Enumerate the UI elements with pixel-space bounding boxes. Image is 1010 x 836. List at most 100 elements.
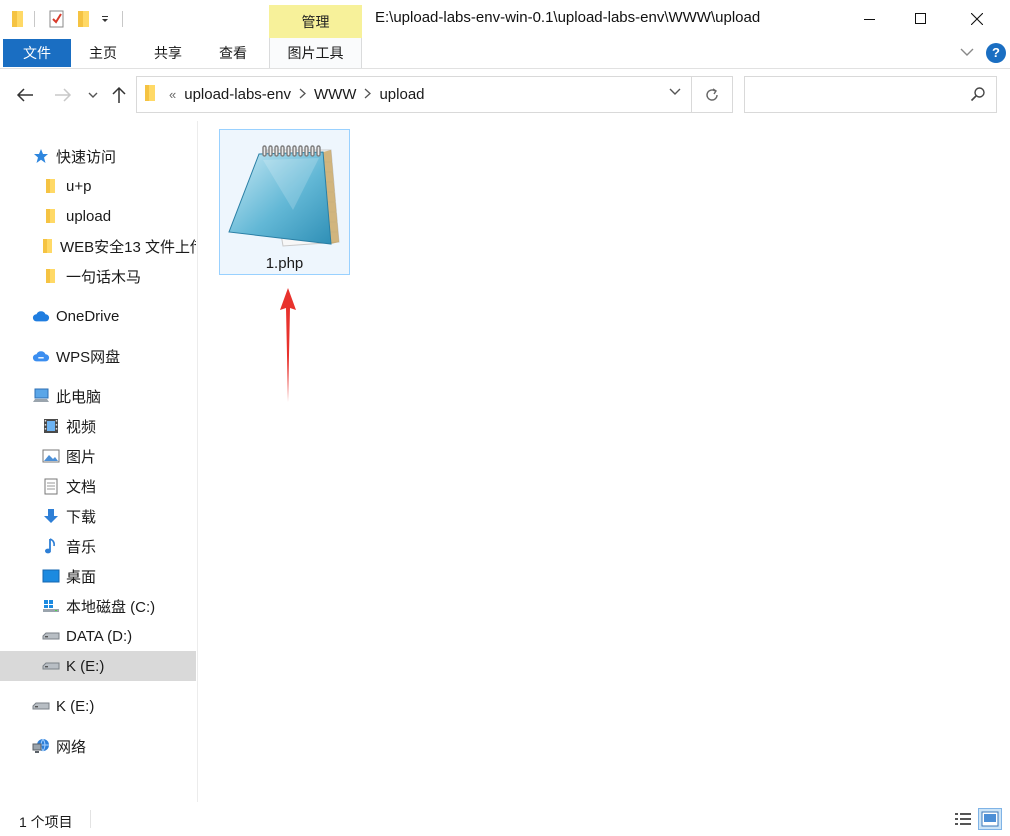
nav-folder-u-p[interactable]: u+p xyxy=(0,171,196,201)
new-folder-icon[interactable] xyxy=(76,8,92,30)
nav-onedrive-label: OneDrive xyxy=(56,307,120,325)
cloud-icon xyxy=(32,347,50,365)
nav-item-label: upload xyxy=(66,207,112,225)
nav-pictures[interactable]: 图片 xyxy=(0,441,196,471)
nav-item-label: u+p xyxy=(66,177,92,195)
search-icon[interactable] xyxy=(970,86,986,105)
chevron-right-icon[interactable] xyxy=(364,87,372,102)
nav-drive-d[interactable]: DATA (D:) xyxy=(0,621,196,651)
picture-icon xyxy=(42,447,60,465)
quick-access-divider xyxy=(122,11,123,27)
expand-ribbon-icon[interactable] xyxy=(960,46,974,60)
file-item-1-php[interactable]: 1.php xyxy=(219,129,350,275)
nav-item-label: 本地磁盘 (C:) xyxy=(66,598,156,616)
large-icons-view-icon[interactable] xyxy=(978,808,1002,830)
nav-usb-drive-e[interactable]: K (E:) xyxy=(0,691,196,721)
nav-folder-upload[interactable]: upload xyxy=(0,201,196,231)
document-icon xyxy=(42,477,60,495)
nav-item-label: 视频 xyxy=(66,418,97,436)
status-divider xyxy=(90,810,91,828)
manage-context-header: 管理 xyxy=(269,5,362,38)
hard-drive-icon xyxy=(42,627,60,645)
tab-view[interactable]: 查看 xyxy=(210,38,256,68)
chevron-right-icon[interactable] xyxy=(299,87,306,102)
item-count: 1 个项目 xyxy=(19,814,73,830)
folder-icon xyxy=(143,84,157,105)
nav-desktop[interactable]: 桌面 xyxy=(0,561,196,591)
address-bar[interactable]: « upload-labs-env WWW upload xyxy=(136,76,692,113)
refresh-icon[interactable] xyxy=(692,76,733,113)
status-bar: 1 个项目 xyxy=(0,802,1010,836)
back-arrow-icon[interactable] xyxy=(12,83,38,107)
folder-icon xyxy=(42,207,60,225)
nav-network[interactable]: 网络 xyxy=(0,731,196,761)
details-view-icon[interactable] xyxy=(951,808,975,830)
properties-icon[interactable] xyxy=(48,8,66,30)
breadcrumb-upload-labs-env[interactable]: upload-labs-env xyxy=(184,86,291,103)
nav-folder-webshell[interactable]: 一句话木马 xyxy=(0,261,196,291)
nav-wps-label: WPS网盘 xyxy=(56,348,121,366)
folder-icon[interactable] xyxy=(10,8,26,30)
video-film-icon xyxy=(42,417,60,435)
search-input[interactable] xyxy=(753,77,963,110)
hard-drive-icon xyxy=(42,657,60,675)
nav-folder-web-security[interactable]: WEB安全13 文件上传 xyxy=(0,231,196,261)
nav-item-label: K (E:) xyxy=(56,697,95,715)
tab-picture-tools[interactable]: 图片工具 xyxy=(269,38,362,68)
desktop-icon xyxy=(42,567,60,585)
file-list-area[interactable]: 1.php xyxy=(199,121,1010,802)
usb-drive-icon xyxy=(32,697,50,715)
file-name: 1.php xyxy=(265,255,304,272)
nav-item-label: K (E:) xyxy=(66,657,105,675)
download-arrow-icon xyxy=(42,507,60,525)
nav-videos[interactable]: 视频 xyxy=(0,411,196,441)
tab-share[interactable]: 共享 xyxy=(145,38,191,68)
title-bar: 管理 E:\upload-labs-env-win-0.1\upload-lab… xyxy=(0,0,1010,38)
tab-home[interactable]: 主页 xyxy=(80,38,126,68)
recent-locations-chevron-icon[interactable] xyxy=(84,83,102,107)
nav-item-label: 音乐 xyxy=(66,538,97,556)
nav-this-pc[interactable]: 此电脑 xyxy=(0,381,196,411)
up-arrow-icon[interactable] xyxy=(108,83,130,107)
customize-dropdown-icon[interactable] xyxy=(100,8,110,30)
nav-item-label: 文档 xyxy=(66,478,97,496)
breadcrumb-overflow[interactable]: « xyxy=(169,87,176,102)
network-icon xyxy=(32,737,50,755)
nav-item-label: 图片 xyxy=(66,448,97,466)
nav-item-label: WEB安全13 文件上传 xyxy=(60,238,196,256)
nav-item-label: 一句话木马 xyxy=(66,268,142,286)
nav-documents[interactable]: 文档 xyxy=(0,471,196,501)
folder-icon xyxy=(42,237,54,255)
minimize-button[interactable] xyxy=(845,0,895,38)
windows-drive-icon xyxy=(42,597,60,615)
nav-quick-access[interactable]: 快速访问 xyxy=(0,141,196,171)
chevron-down-icon[interactable] xyxy=(669,87,681,99)
nav-downloads[interactable]: 下载 xyxy=(0,501,196,531)
folder-icon xyxy=(42,177,60,195)
quick-access-divider xyxy=(34,11,35,27)
nav-item-label: 下载 xyxy=(66,508,97,526)
breadcrumb-www[interactable]: WWW xyxy=(314,86,356,103)
nav-music[interactable]: 音乐 xyxy=(0,531,196,561)
star-icon xyxy=(32,147,50,165)
window-title: E:\upload-labs-env-win-0.1\upload-labs-e… xyxy=(375,9,761,26)
nav-item-label: 桌面 xyxy=(66,568,97,586)
nav-drive-e[interactable]: K (E:) xyxy=(0,651,196,681)
nav-drive-c[interactable]: 本地磁盘 (C:) xyxy=(0,591,196,621)
close-button[interactable] xyxy=(952,0,1002,38)
nav-quick-access-label: 快速访问 xyxy=(56,148,117,166)
nav-wps-cloud[interactable]: WPS网盘 xyxy=(0,341,196,371)
nav-onedrive[interactable]: OneDrive xyxy=(0,301,196,331)
folder-icon xyxy=(42,267,60,285)
navigation-pane: 快速访问 u+p upload WEB安全13 文件上传 一句话木马 OneDr… xyxy=(0,121,198,802)
help-icon[interactable]: ? xyxy=(986,43,1006,63)
forward-arrow-icon[interactable] xyxy=(50,83,76,107)
breadcrumb-upload[interactable]: upload xyxy=(379,86,424,103)
search-box[interactable] xyxy=(744,76,997,113)
red-arrow-annotation xyxy=(277,286,299,407)
nav-network-label: 网络 xyxy=(56,738,87,756)
maximize-button[interactable] xyxy=(896,0,946,38)
computer-icon xyxy=(32,387,50,405)
tab-file[interactable]: 文件 xyxy=(3,39,71,67)
notepad-icon xyxy=(223,140,347,255)
